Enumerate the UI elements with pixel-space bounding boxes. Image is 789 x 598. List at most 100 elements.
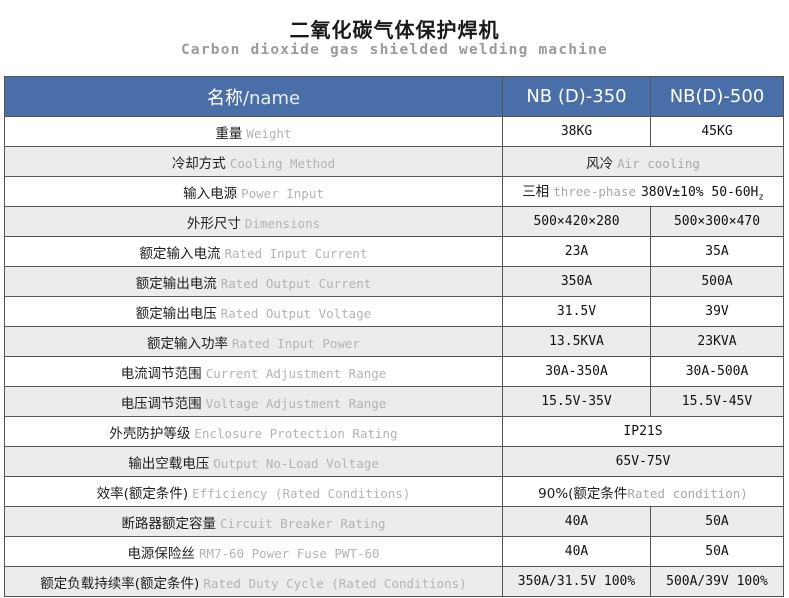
row-label-cell: 重量 Weight bbox=[4, 116, 503, 147]
table-row: 输入电源 Power Input 三相 three-phase 380V±10% 50-… bbox=[4, 176, 784, 207]
row-label-cell: 效率(额定条件) Efficiency (Rated Conditions) bbox=[4, 476, 503, 507]
row-label-en: Rated Output Voltage bbox=[220, 305, 372, 321]
row-label-en: RM7-60 Power Fuse PWT-60 bbox=[198, 545, 380, 561]
row-value-model-1: 13.5KVA bbox=[502, 326, 651, 357]
value-zh: 三相 bbox=[522, 184, 550, 201]
value-en: Air cooling bbox=[617, 155, 700, 171]
row-label-cell: 外壳防护等级 Enclosure Protection Rating bbox=[4, 416, 503, 447]
row-value-model-1: 23A bbox=[502, 236, 651, 267]
value-lead: 90%(额定条件 bbox=[538, 485, 628, 502]
row-value-merged: 65V-75V bbox=[502, 446, 784, 477]
row-value-model-1: 31.5V bbox=[502, 296, 651, 327]
row-value-model-1: 30A-350A bbox=[502, 356, 651, 387]
row-value-model-1: 40A bbox=[502, 506, 651, 537]
row-label-en: Current Adjustment Range bbox=[205, 365, 387, 381]
table-row: 外形尺寸 Dimensions 500×420×280 500×300×470 bbox=[4, 206, 784, 237]
row-label-en: Voltage Adjustment Range bbox=[205, 395, 387, 411]
row-value-model-2: 39V bbox=[650, 296, 784, 327]
value-en: Rated condition) bbox=[627, 485, 748, 501]
row-value-model-2: 500A/39V 100% bbox=[650, 566, 784, 597]
table-row: 额定负载持续率(额定条件) Rated Duty Cycle (Rated Con… bbox=[4, 566, 784, 597]
row-value-model-2: 50A bbox=[650, 536, 784, 567]
row-label-cell: 额定输出电压 Rated Output Voltage bbox=[4, 296, 503, 327]
row-value-model-2: 50A bbox=[650, 506, 784, 537]
row-label-zh: 重量 bbox=[215, 125, 243, 142]
row-value-model-2: 30A-500A bbox=[650, 356, 784, 387]
row-value-model-2: 45KG bbox=[650, 116, 784, 147]
row-label-zh: 外形尺寸 bbox=[186, 215, 241, 232]
row-label-zh: 外壳防护等级 bbox=[109, 425, 191, 442]
row-label-cell: 额定负载持续率(额定条件) Rated Duty Cycle (Rated Con… bbox=[4, 566, 503, 597]
row-label-zh: 额定输出电压 bbox=[135, 305, 217, 322]
value-sub: z bbox=[758, 192, 764, 203]
row-label-cell: 输出空载电压 Output No-Load Voltage bbox=[4, 446, 503, 477]
value-en: three-phase bbox=[553, 184, 636, 200]
row-label-en: Efficiency (Rated Conditions) bbox=[192, 485, 411, 501]
table-row: 电源保险丝 RM7-60 Power Fuse PWT-60 40A 50A bbox=[4, 536, 784, 567]
row-value-model-2: 500A bbox=[650, 266, 784, 297]
row-label-zh: 电压调节范围 bbox=[120, 395, 202, 412]
row-label-cell: 电流调节范围 Current Adjustment Range bbox=[4, 356, 503, 387]
row-label-en: Weight bbox=[246, 125, 292, 141]
value-text: 65V-75V bbox=[615, 454, 671, 469]
header-name-en: /name bbox=[242, 87, 301, 109]
value-text: IP21S bbox=[623, 424, 663, 439]
row-label-zh: 电源保险丝 bbox=[127, 545, 195, 562]
page-title: 二氧化碳气体保护焊机 bbox=[289, 18, 500, 42]
table-row: 电流调节范围 Current Adjustment Range 30A-350A 30… bbox=[4, 356, 784, 387]
header-model-2: NB(D)-500 bbox=[650, 76, 784, 117]
row-label-zh: 输入电源 bbox=[183, 185, 238, 202]
table-row: 电压调节范围 Voltage Adjustment Range 15.5V-35V 1… bbox=[4, 386, 784, 417]
row-label-zh: 冷却方式 bbox=[171, 155, 226, 172]
row-value-merged: 风冷 Air cooling bbox=[502, 146, 784, 177]
row-value-merged: 三相 three-phase 380V±10% 50-60Hz bbox=[502, 176, 784, 207]
row-label-zh: 输出空载电压 bbox=[128, 455, 210, 472]
row-label-cell: 断路器额定容量 Circuit Breaker Rating bbox=[4, 506, 503, 537]
row-label-cell: 电压调节范围 Voltage Adjustment Range bbox=[4, 386, 503, 417]
spec-table: 名称/name NB (D)-350 NB(D)-500 重量 Weight 38K… bbox=[4, 76, 784, 597]
table-row: 额定输出电压 Rated Output Voltage 31.5V 39V bbox=[4, 296, 784, 327]
table-row: 输出空载电压 Output No-Load Voltage 65V-75V bbox=[4, 446, 784, 477]
row-label-en: Enclosure Protection Rating bbox=[194, 425, 398, 441]
row-value-model-2: 23KVA bbox=[650, 326, 784, 357]
row-label-en: Circuit Breaker Rating bbox=[219, 515, 386, 531]
row-value-model-1: 15.5V-35V bbox=[502, 386, 651, 417]
row-label-en: Cooling Method bbox=[229, 155, 336, 171]
table-body: 重量 Weight 38KG 45KG 冷却方式 Cooling Method 风冷 Air … bbox=[4, 116, 784, 597]
row-label-en: Rated Input Power bbox=[232, 335, 360, 351]
table-row: 冷却方式 Cooling Method 风冷 Air cooling bbox=[4, 146, 784, 177]
row-label-en: Rated Output Current bbox=[220, 275, 372, 291]
table-row: 额定输出电流 Rated Output Current 350A 500A bbox=[4, 266, 784, 297]
row-label-zh: 电流调节范围 bbox=[120, 365, 202, 382]
row-label-zh: 断路器额定容量 bbox=[121, 515, 216, 532]
table-row: 效率(额定条件) Efficiency (Rated Conditions) 90%… bbox=[4, 476, 784, 507]
row-value-model-1: 38KG bbox=[502, 116, 651, 147]
row-label-en: Rated Input Current bbox=[224, 245, 368, 261]
row-value-model-1: 40A bbox=[502, 536, 651, 567]
row-label-en: Output No-Load Voltage bbox=[213, 455, 379, 471]
value-tail: 380V±10% 50-60H bbox=[640, 185, 759, 201]
table-row: 重量 Weight 38KG 45KG bbox=[4, 116, 784, 147]
row-label-zh: 额定输入电流 bbox=[139, 245, 221, 262]
row-value-model-2: 500×300×470 bbox=[650, 206, 784, 237]
header-name-zh: 名称 bbox=[206, 87, 243, 109]
row-label-cell: 输入电源 Power Input bbox=[4, 176, 503, 207]
row-label-cell: 冷却方式 Cooling Method bbox=[4, 146, 503, 177]
row-label-cell: 外形尺寸 Dimensions bbox=[4, 206, 503, 237]
row-label-zh: 额定输出电流 bbox=[135, 275, 217, 292]
row-value-model-1: 350A bbox=[502, 266, 651, 297]
row-value-model-2: 15.5V-45V bbox=[650, 386, 784, 417]
row-label-cell: 额定输入功率 Rated Input Power bbox=[4, 326, 503, 357]
row-value-model-2: 35A bbox=[650, 236, 784, 267]
header-name-cell: 名称/name bbox=[4, 76, 503, 117]
table-row: 额定输入功率 Rated Input Power 13.5KVA 23KVA bbox=[4, 326, 784, 357]
row-label-cell: 额定输入电流 Rated Input Current bbox=[4, 236, 503, 267]
row-label-zh: 额定负载持续率(额定条件) bbox=[40, 575, 200, 592]
row-value-model-1: 500×420×280 bbox=[502, 206, 651, 237]
table-row: 外壳防护等级 Enclosure Protection Rating IP21S bbox=[4, 416, 784, 447]
row-label-en: Rated Duty Cycle (Rated Conditions) bbox=[203, 575, 467, 591]
page-subtitle: Carbon dioxide gas shielded welding mach… bbox=[181, 42, 608, 58]
row-label-zh: 额定输入功率 bbox=[147, 335, 229, 352]
row-label-cell: 额定输出电流 Rated Output Current bbox=[4, 266, 503, 297]
row-label-cell: 电源保险丝 RM7-60 Power Fuse PWT-60 bbox=[4, 536, 503, 567]
